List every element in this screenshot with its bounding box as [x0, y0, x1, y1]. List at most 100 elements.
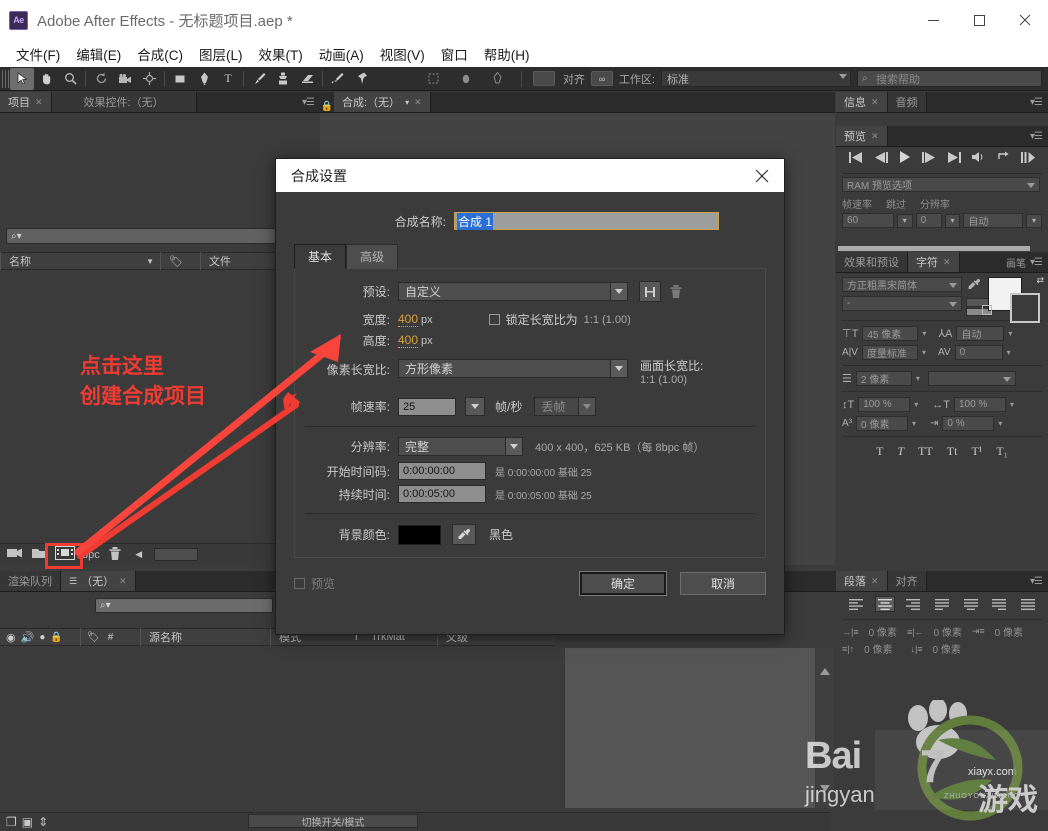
paragraph-panel-menu[interactable]: ▾☰ — [926, 571, 1048, 591]
tab-align[interactable]: 对齐 — [887, 571, 927, 591]
column-label[interactable]: 🏷 — [160, 252, 200, 270]
font-style-select[interactable]: - — [842, 296, 962, 311]
menu-edit[interactable]: 编辑(E) — [68, 44, 129, 64]
new-composition-icon[interactable] — [54, 546, 76, 563]
delete-icon[interactable] — [106, 546, 124, 563]
justify-last-center-icon[interactable] — [961, 596, 981, 612]
project-search-input[interactable]: ⌕▾ — [6, 228, 276, 244]
first-frame-icon[interactable] — [849, 151, 863, 166]
tab-info[interactable]: 信息 ✕ — [836, 92, 888, 112]
pen-alt-tool-icon[interactable] — [486, 68, 510, 90]
comp-name-input[interactable]: 合成 1 — [454, 212, 719, 230]
close-icon[interactable]: ✕ — [414, 97, 422, 108]
ram-preview-icon[interactable] — [1020, 151, 1035, 166]
tab-preview[interactable]: 预览 ✕ — [836, 126, 888, 146]
font-size-field[interactable]: 45 像素 — [862, 326, 919, 341]
menu-layer[interactable]: 图层(L) — [191, 44, 251, 64]
project-panel-menu[interactable]: ▾☰ — [196, 92, 320, 112]
help-search-input[interactable]: ⌕ 搜索帮助 — [857, 70, 1042, 87]
preview-resolution-field[interactable]: 自动 — [963, 213, 1024, 228]
timeline-search-input[interactable]: ⌕▾ — [95, 598, 273, 613]
dialog-close-button[interactable] — [740, 159, 784, 192]
composition-flowchart-icon[interactable]: ❐ — [6, 815, 17, 829]
chevron-down-icon[interactable]: ▾ — [922, 348, 926, 357]
close-icon[interactable]: ✕ — [871, 131, 879, 142]
subscript-button[interactable]: T₁ — [996, 444, 1008, 459]
loop-icon[interactable] — [997, 151, 1010, 166]
minimize-button[interactable] — [910, 0, 956, 40]
preview-checkbox[interactable] — [294, 578, 305, 589]
eraser-tool-icon[interactable] — [295, 68, 319, 90]
chevron-down-icon[interactable]: ▾ — [405, 98, 409, 107]
camera-tool-icon[interactable] — [113, 68, 137, 90]
timeline-scrollbar-vertical[interactable] — [816, 648, 834, 808]
composition-panel-menu[interactable] — [430, 92, 835, 112]
sync-settings-icon[interactable]: ∞ — [590, 71, 613, 86]
scroll-down-arrow-icon[interactable] — [820, 785, 830, 792]
chevron-down-icon[interactable]: ▾ — [1010, 400, 1014, 409]
frame-blend-icon[interactable]: ▣ — [22, 815, 33, 829]
brush-tool-icon[interactable] — [247, 68, 271, 90]
indent-right-value[interactable]: 0 像素 — [934, 624, 962, 639]
font-family-select[interactable]: 方正粗黑宋简体 — [842, 277, 962, 292]
tab-render-queue[interactable]: 渲染队列 — [0, 571, 61, 591]
eyedropper-icon[interactable] — [452, 524, 476, 545]
tab-audio[interactable]: 音频 — [887, 92, 927, 112]
duration-input[interactable]: 0:00:05:00 — [398, 485, 486, 503]
pen-tool-icon[interactable] — [192, 68, 216, 90]
preview-scrollbar[interactable] — [838, 246, 1030, 251]
clone-stamp-tool-icon[interactable] — [271, 68, 295, 90]
close-icon[interactable]: ✕ — [943, 257, 951, 268]
snapping-checkbox[interactable] — [532, 71, 555, 86]
justify-all-icon[interactable] — [1018, 596, 1038, 612]
column-source-name[interactable]: 源名称 — [140, 628, 270, 646]
delete-preset-icon[interactable] — [666, 281, 686, 302]
column-file[interactable]: 文件 — [200, 252, 260, 270]
framerate-dropdown-button[interactable] — [465, 397, 485, 416]
preset-select[interactable]: 自定义 — [398, 282, 628, 301]
tab-advanced[interactable]: 高级 — [346, 244, 399, 269]
last-frame-icon[interactable] — [947, 151, 961, 166]
framerate-input[interactable]: 25 — [398, 397, 456, 416]
swap-colors-icon[interactable]: ⇄ — [1036, 275, 1044, 286]
tab-composition[interactable]: 合成:（无） ▾ ✕ — [334, 92, 431, 112]
no-color-icon[interactable] — [982, 305, 992, 315]
ellipse-tool-icon[interactable] — [454, 68, 478, 90]
preview-framerate-field[interactable]: 60 — [842, 213, 894, 228]
kerning-field[interactable]: 度量标准 — [861, 345, 918, 360]
resolution-select[interactable]: 完整 — [398, 437, 523, 456]
character-panel-menu[interactable]: 画笔 ▾☰ — [959, 252, 1048, 272]
vertical-scale-field[interactable]: 100 % — [858, 397, 911, 412]
width-value[interactable]: 400 — [398, 312, 419, 327]
info-panel-menu[interactable]: ▾☰ — [926, 92, 1048, 112]
lock-aspect-checkbox[interactable] — [488, 314, 500, 325]
faux-bold-button[interactable]: T — [876, 444, 883, 459]
menu-view[interactable]: 视图(V) — [372, 44, 433, 64]
audio-icon[interactable] — [971, 151, 986, 166]
graph-editor-icon[interactable]: ⇕ — [38, 815, 48, 829]
toolbar-grip[interactable] — [2, 69, 10, 88]
roto-brush-tool-icon[interactable] — [326, 68, 350, 90]
close-icon[interactable]: ✕ — [871, 576, 879, 587]
mask-feather-tool-icon[interactable] — [422, 68, 446, 90]
close-icon[interactable]: ✕ — [871, 97, 879, 108]
chevron-down-icon[interactable]: ▾ — [922, 329, 926, 338]
horizontal-scale-field[interactable]: 100 % — [953, 397, 1006, 412]
stroke-type-select[interactable] — [927, 371, 1016, 386]
play-icon[interactable] — [899, 151, 911, 166]
interpret-footage-icon[interactable] — [6, 547, 24, 562]
hand-tool-icon[interactable] — [34, 68, 58, 90]
menu-window[interactable]: 窗口 — [433, 44, 476, 64]
prev-frame-icon[interactable] — [874, 151, 889, 166]
align-right-icon[interactable] — [903, 596, 923, 612]
tracking-field[interactable]: 0 — [954, 345, 1003, 360]
save-preset-icon[interactable] — [639, 281, 661, 302]
height-value[interactable]: 400 — [398, 333, 419, 348]
menu-help[interactable]: 帮助(H) — [476, 44, 538, 64]
chevron-down-icon[interactable]: ▾ — [912, 419, 916, 428]
tab-character[interactable]: 字符 ✕ — [908, 252, 960, 272]
lock-icon[interactable]: 🔒 — [50, 632, 62, 643]
column-name[interactable]: 名称 ▼ — [0, 252, 160, 270]
bg-color-swatch[interactable] — [398, 524, 441, 545]
menu-file[interactable]: 文件(F) — [8, 44, 68, 64]
